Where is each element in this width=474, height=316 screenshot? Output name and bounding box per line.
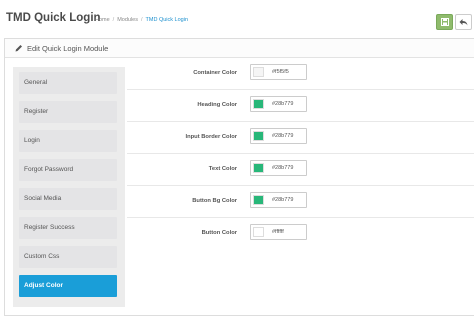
sidebar-item-label: General	[24, 79, 48, 86]
sidebar-item-adjust-color[interactable]: Adjust Color	[19, 275, 117, 297]
breadcrumb-current[interactable]: TMD Quick Login	[146, 17, 189, 23]
sidebar-item-custom-css[interactable]: Custom Css	[19, 246, 117, 268]
color-label: Container Color	[193, 70, 237, 76]
sidebar-item-label: Social Media	[24, 195, 62, 202]
color-value: #28b779	[272, 165, 294, 171]
color-row-button-bg: Button Bg Color #28b779	[127, 186, 474, 218]
heading-color-picker[interactable]: #28b779	[250, 96, 307, 112]
color-row-button: Button Color #ffffff	[127, 218, 474, 250]
color-row-container: Container Color #f5f5f5	[127, 58, 474, 90]
color-label: Text Color	[208, 166, 237, 172]
color-swatch[interactable]	[253, 195, 264, 205]
color-label: Button Color	[201, 230, 237, 236]
save-icon	[440, 18, 449, 26]
sidebar-item-forgot-password[interactable]: Forgot Password	[19, 159, 117, 181]
text-color-picker[interactable]: #28b779	[250, 160, 307, 176]
breadcrumb-separator: /	[141, 17, 143, 23]
settings-sidebar: General Register Login Forgot Password S…	[13, 67, 125, 307]
reply-icon	[459, 19, 468, 26]
edit-module-panel: Edit Quick Login Module General Register…	[4, 38, 474, 316]
color-swatch[interactable]	[253, 99, 264, 109]
sidebar-item-register[interactable]: Register	[19, 101, 117, 123]
sidebar-item-label: Register Success	[24, 224, 75, 231]
color-label: Heading Color	[197, 102, 237, 108]
color-label: Button Bg Color	[192, 198, 237, 204]
color-row-input-border: Input Border Color #28b779	[127, 122, 474, 154]
sidebar-item-social-media[interactable]: Social Media	[19, 188, 117, 210]
color-swatch[interactable]	[253, 227, 264, 237]
color-value: #f5f5f5	[272, 69, 289, 75]
color-value: #28b779	[272, 133, 294, 139]
breadcrumb-home[interactable]: Home	[95, 17, 110, 23]
breadcrumb-modules[interactable]: Modules	[117, 17, 138, 23]
color-value: #28b779	[272, 101, 294, 107]
back-button[interactable]	[455, 14, 472, 30]
color-swatch[interactable]	[253, 67, 264, 77]
sidebar-item-label: Custom Css	[24, 253, 60, 260]
color-row-text: Text Color #28b779	[127, 154, 474, 186]
page-title: TMD Quick Login	[6, 12, 101, 24]
sidebar-item-register-success[interactable]: Register Success	[19, 217, 117, 239]
sidebar-item-label: Forgot Password	[24, 166, 74, 173]
button-bg-color-picker[interactable]: #28b779	[250, 192, 307, 208]
sidebar-item-label: Login	[24, 137, 40, 144]
sidebar-item-login[interactable]: Login	[19, 130, 117, 152]
input-border-color-picker[interactable]: #28b779	[250, 128, 307, 144]
color-label: Input Border Color	[185, 134, 237, 140]
breadcrumb-separator: /	[112, 17, 115, 23]
button-color-picker[interactable]: #ffffff	[250, 224, 307, 240]
container-color-picker[interactable]: #f5f5f5	[250, 64, 307, 80]
panel-heading: Edit Quick Login Module	[5, 39, 474, 58]
breadcrumb: Home / Modules / TMD Quick Login	[95, 17, 188, 23]
color-value: #28b779	[272, 197, 294, 203]
sidebar-item-label: Adjust Color	[24, 282, 63, 289]
color-swatch[interactable]	[253, 131, 264, 141]
pencil-icon	[15, 45, 22, 52]
sidebar-item-label: Register	[24, 108, 49, 115]
save-button[interactable]	[436, 14, 453, 30]
color-value: #ffffff	[272, 229, 284, 235]
color-row-heading: Heading Color #28b779	[127, 90, 474, 122]
color-swatch[interactable]	[253, 163, 264, 173]
sidebar-item-general[interactable]: General	[19, 72, 117, 94]
panel-title: Edit Quick Login Module	[27, 44, 109, 53]
